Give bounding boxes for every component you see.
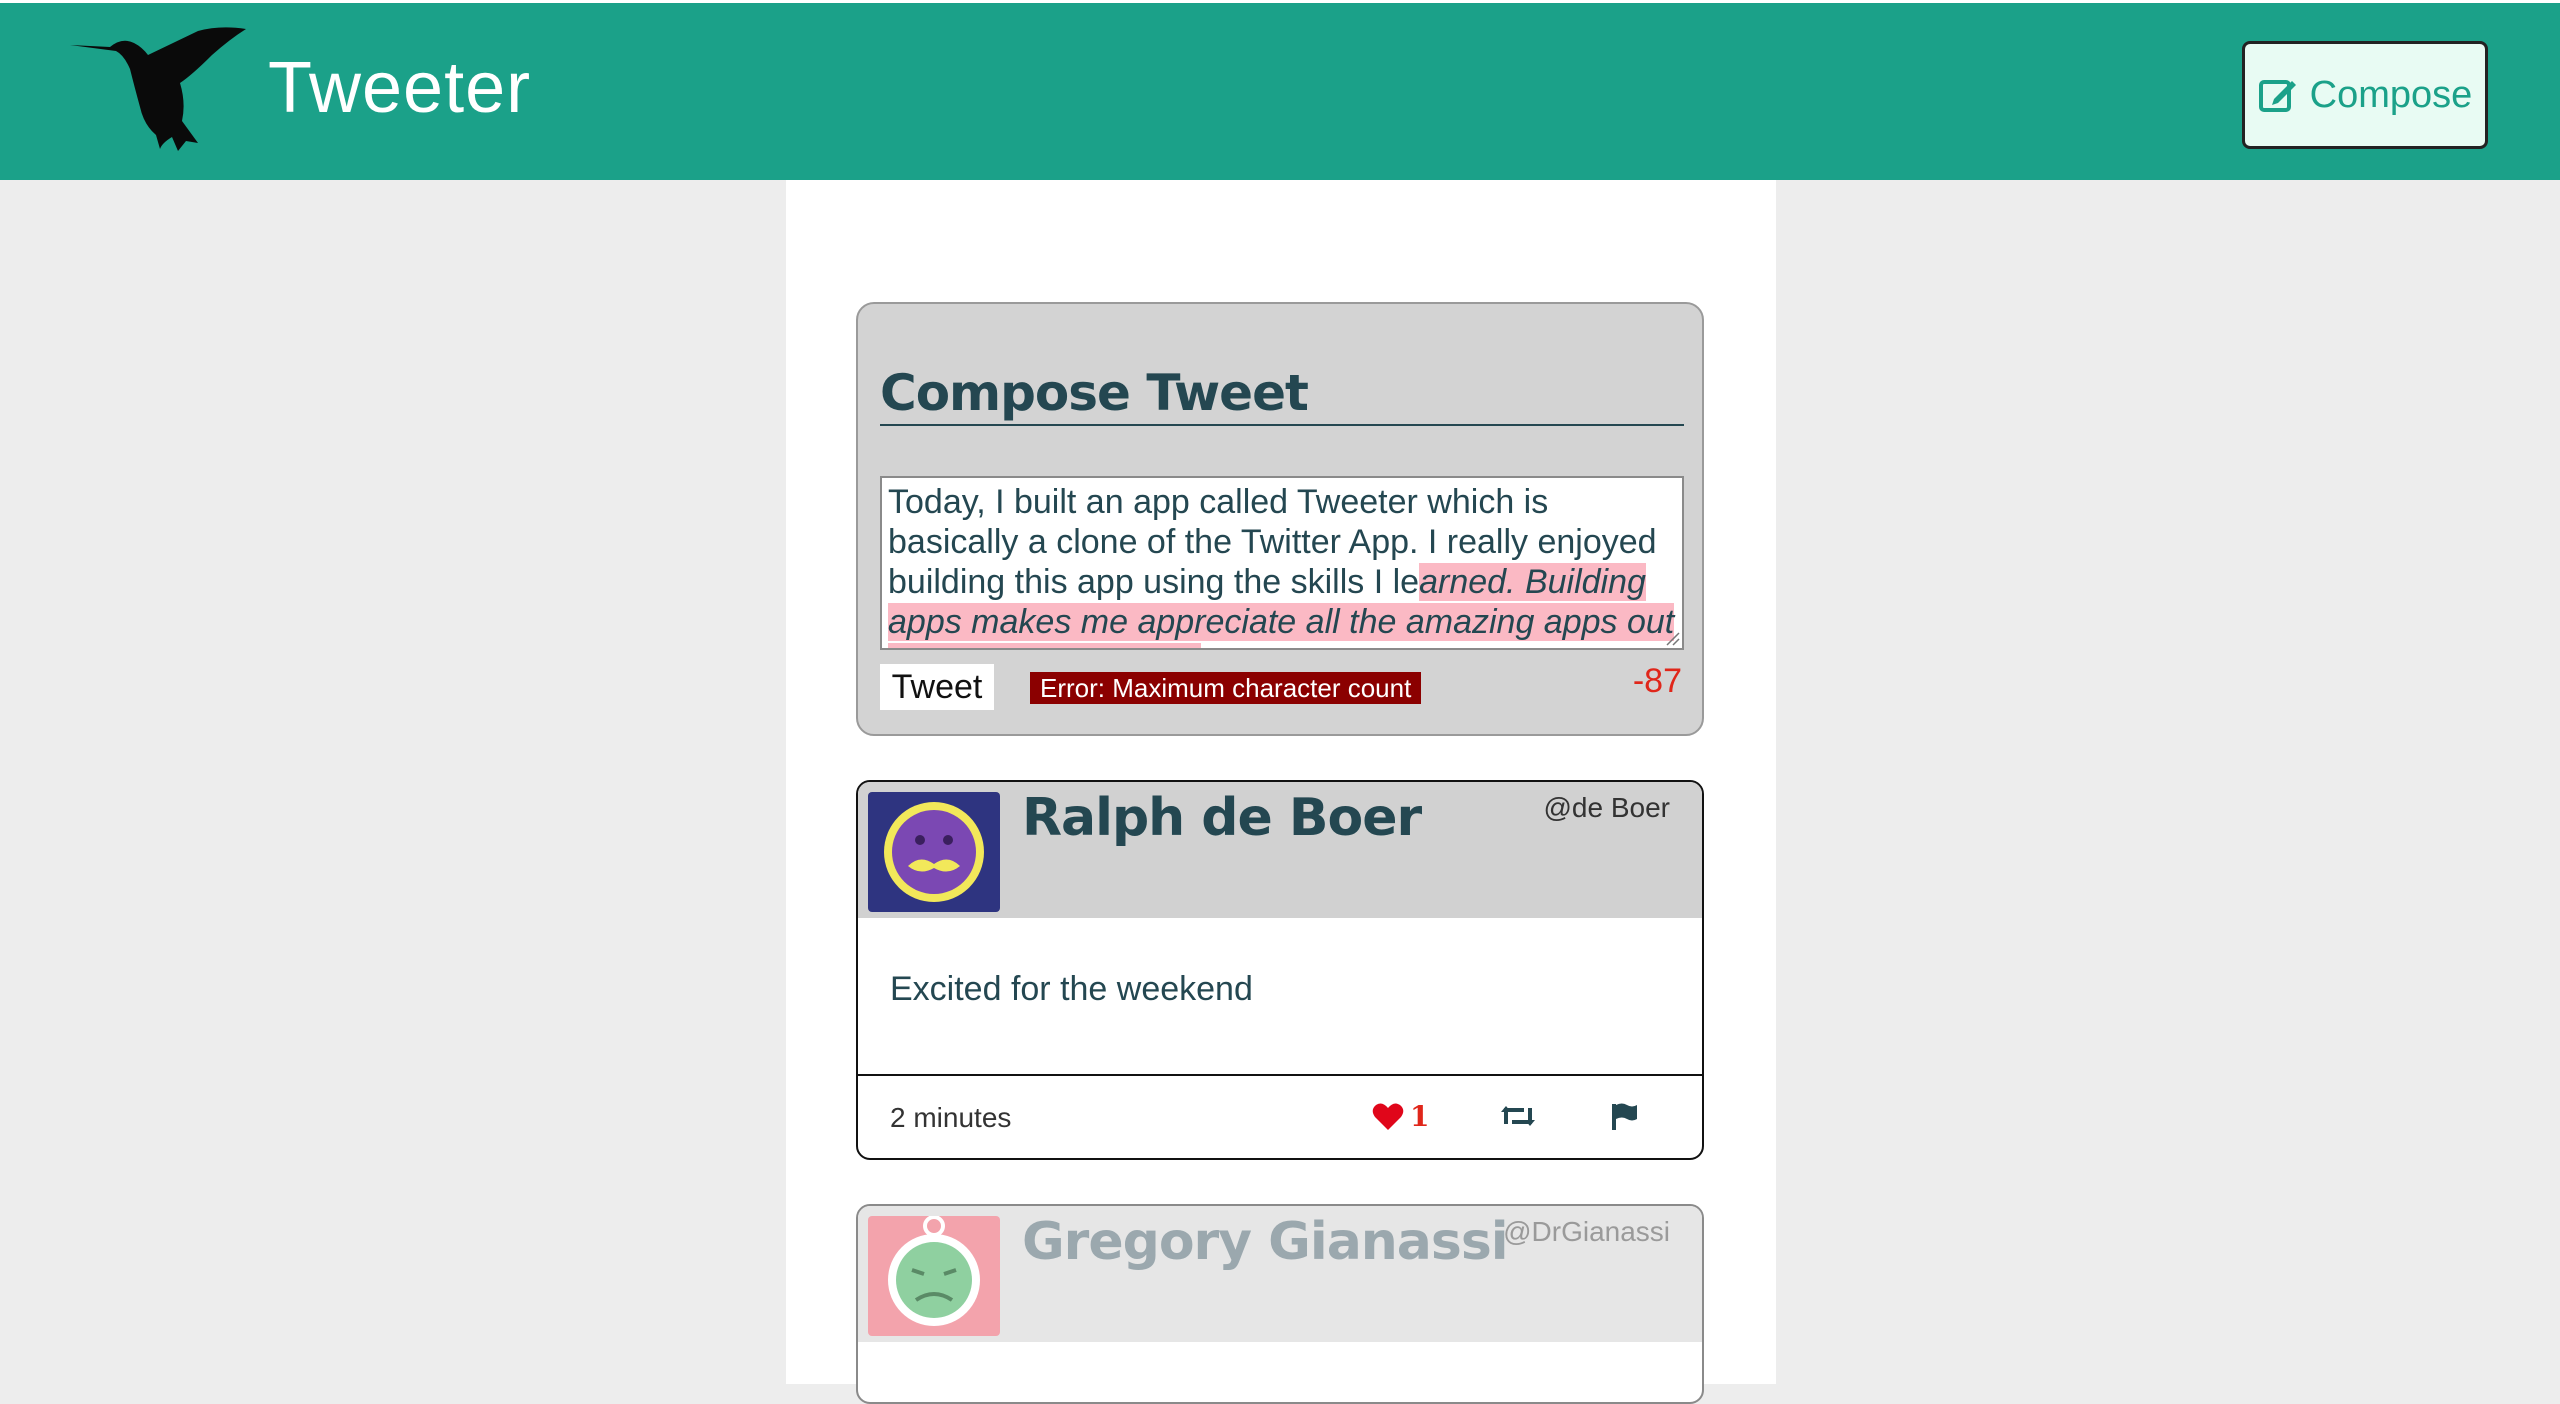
flag-icon xyxy=(1612,1103,1637,1130)
compose-title: Compose Tweet xyxy=(880,364,1684,426)
tweet-author-handle: @DrGianassi xyxy=(1503,1216,1670,1247)
character-counter: -87 xyxy=(1632,662,1682,700)
retweet-icon xyxy=(1501,1106,1535,1126)
main-column: Compose Tweet Today, I built an app call… xyxy=(786,180,1776,1404)
tweet-author-name: Gregory Gianassi xyxy=(1022,1212,1509,1272)
top-nav: Tweeter Compose xyxy=(0,0,2560,180)
retweet-button[interactable] xyxy=(1500,1104,1536,1128)
tweet-footer: 2 minutes 1 xyxy=(858,1076,1702,1158)
tweet-author-name: Ralph de Boer xyxy=(1022,788,1422,848)
edit-icon xyxy=(2258,80,2296,112)
heart-icon xyxy=(1372,1103,1404,1130)
brand-title: Tweeter xyxy=(268,48,532,128)
compose-button-label: Compose xyxy=(2309,73,2473,116)
like-button[interactable]: 1 xyxy=(1372,1100,1429,1133)
tweet-author-handle: @de Boer xyxy=(1543,792,1671,823)
tweet-card: Gregory Gianassi @DrGianassi xyxy=(856,1204,1704,1404)
purple-mustache-face-avatar-icon xyxy=(868,792,1000,912)
tweet-textarea[interactable]: Today, I built an app called Tweeter whi… xyxy=(880,476,1684,650)
resize-handle-icon[interactable] xyxy=(1664,630,1680,646)
tweet-text: Excited for the weekend xyxy=(890,970,1253,1008)
hummingbird-logo-icon xyxy=(70,27,246,151)
tweet-header: Ralph de Boer @de Boer xyxy=(858,782,1702,918)
compose-button[interactable]: Compose xyxy=(2242,41,2488,149)
tweet-timestamp: 2 minutes xyxy=(890,1102,1012,1133)
green-face-avatar-icon xyxy=(868,1216,1000,1336)
error-message: Error: Maximum character count xyxy=(1030,672,1422,704)
like-count: 1 xyxy=(1410,1100,1430,1133)
flag-button[interactable] xyxy=(1610,1102,1638,1130)
tweet-card: Ralph de Boer @de Boer Excited for the w… xyxy=(856,780,1704,1160)
tweet-header: Gregory Gianassi @DrGianassi xyxy=(858,1206,1702,1342)
tweet-body: Excited for the weekend xyxy=(858,918,1702,1076)
compose-tweet-panel: Compose Tweet Today, I built an app call… xyxy=(856,302,1704,736)
tweet-submit-button[interactable]: Tweet xyxy=(880,664,994,710)
